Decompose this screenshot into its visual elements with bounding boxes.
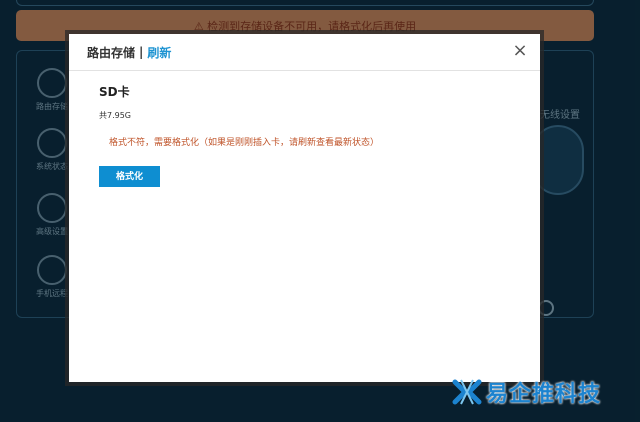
- sd-card-size: 共7.95G: [99, 111, 132, 120]
- watermark-text: 易企推科技: [486, 382, 602, 407]
- storage-modal: 路由存储 | 刷新 × SD卡 共7.95G 格式不符，需要格式化（如果是刚刚插…: [69, 34, 540, 382]
- sd-card-title: SD卡: [99, 85, 130, 99]
- modal-header: 路由存储 | 刷新: [69, 34, 540, 71]
- format-button[interactable]: 格式化: [99, 166, 160, 187]
- close-icon[interactable]: ×: [512, 42, 528, 60]
- sd-card-section: SD卡 共7.95G 格式不符，需要格式化（如果是刚刚插入卡，请刷新查看最新状态…: [69, 71, 540, 187]
- modal-title: 路由存储: [87, 45, 136, 60]
- watermark-logo-icon: [452, 379, 482, 405]
- refresh-link[interactable]: 刷新: [147, 44, 171, 61]
- format-warning-message: 格式不符，需要格式化（如果是刚刚插入卡，请刷新查看最新状态）: [109, 138, 380, 148]
- title-separator: |: [139, 45, 144, 59]
- watermark: 易企推科技: [452, 376, 601, 408]
